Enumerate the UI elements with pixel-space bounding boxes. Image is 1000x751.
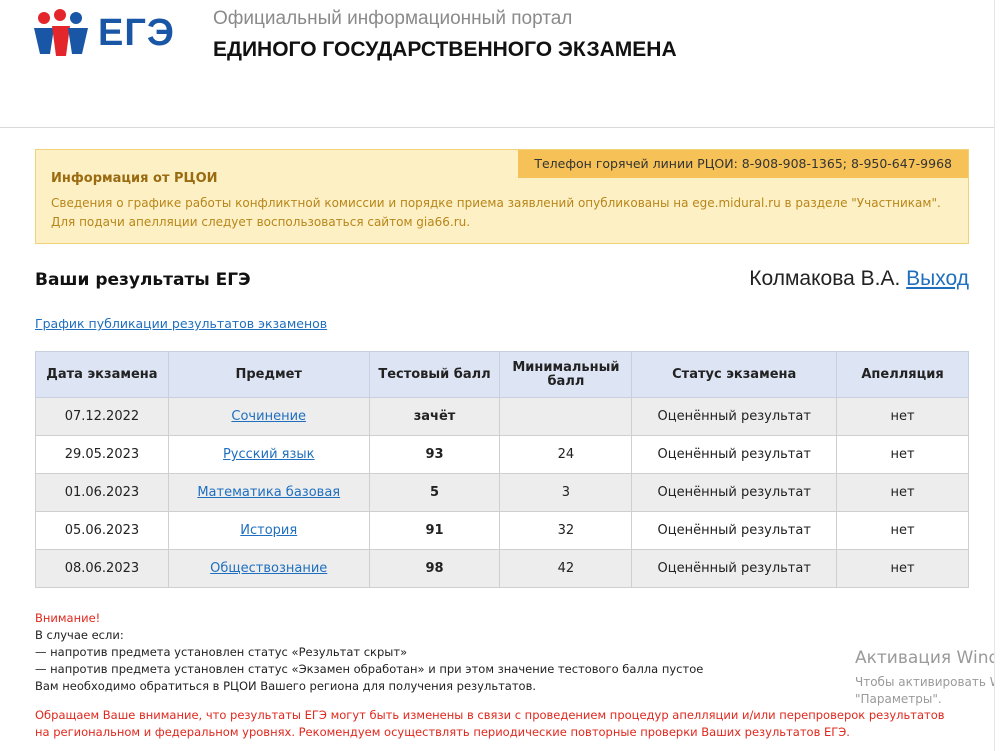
min-score: 3 [499, 473, 633, 512]
appeal-status: нет [836, 397, 969, 436]
warning-line: Обращаем Ваше внимание, что результаты Е… [35, 708, 945, 722]
min-score [499, 397, 633, 436]
results-table: Дата экзамена Предмет Тестовый балл Мини… [35, 351, 969, 588]
col-subject: Предмет [167, 351, 370, 398]
logout-link[interactable]: Выход [906, 267, 969, 290]
portal-title: ЕДИНОГО ГОСУДАРСТВЕННОГО ЭКЗАМЕНА [213, 38, 677, 61]
window-edge [994, 0, 1000, 751]
hotline-banner: Телефон горячей линии РЦОИ: 8-908-908-13… [518, 150, 968, 178]
exam-status: Оценённый результат [631, 397, 838, 436]
min-score: 32 [499, 511, 633, 550]
test-score: 5 [368, 473, 501, 512]
results-change-warning: Обращаем Ваше внимание, что результаты Е… [35, 707, 945, 741]
appeal-status: нет [836, 473, 969, 512]
exam-date: 29.05.2023 [35, 435, 169, 474]
note-line: — напротив предмета установлен статус «Р… [35, 645, 408, 659]
results-heading: Ваши результаты ЕГЭ [35, 270, 251, 290]
schedule-link[interactable]: График публикации результатов экзаменов [35, 316, 327, 331]
subject-link[interactable]: Сочинение [231, 409, 306, 424]
subject-link[interactable]: История [240, 523, 297, 538]
subject-cell: Русский язык [167, 435, 370, 474]
table-row: 01.06.2023 Математика базовая 5 3 Оценён… [35, 473, 969, 512]
col-date: Дата экзамена [35, 351, 169, 398]
user-name: Колмакова В.А. [749, 267, 901, 290]
subject-cell: Математика базовая [167, 473, 370, 512]
test-score: зачёт [368, 397, 501, 436]
attention-notes: Внимание! В случае если: — напротив пред… [35, 610, 703, 695]
info-title: Информация от РЦОИ [51, 171, 218, 186]
windows-activation-watermark: Активация Windows Чтобы активировать Win… [855, 648, 1000, 708]
activation-line: Чтобы активировать Windows, перейдите в … [855, 675, 1000, 689]
table-row: 08.06.2023 Обществознание 98 42 Оценённы… [35, 549, 969, 588]
subject-cell: История [167, 511, 370, 550]
info-text-appeal: Для подачи апелляции следует воспользова… [51, 215, 471, 229]
test-score: 98 [368, 549, 501, 588]
exam-date: 05.06.2023 [35, 511, 169, 550]
exam-status: Оценённый результат [631, 511, 838, 550]
subject-link[interactable]: Математика базовая [197, 485, 340, 500]
test-score: 93 [368, 435, 501, 474]
people-logo-icon [34, 9, 88, 56]
test-score: 91 [368, 511, 501, 550]
table-row: 05.06.2023 История 91 32 Оценённый резул… [35, 511, 969, 550]
warning-line: на региональном и федеральном уровнях. Р… [35, 725, 850, 739]
note-line: В случае если: [35, 628, 124, 642]
min-score: 42 [499, 549, 633, 588]
table-header-row: Дата экзамена Предмет Тестовый балл Мини… [35, 351, 969, 398]
col-min-score: Минимальный балл [499, 351, 633, 398]
exam-status: Оценённый результат [631, 435, 838, 474]
table-row: 29.05.2023 Русский язык 93 24 Оценённый … [35, 435, 969, 474]
col-appeal: Апелляция [836, 351, 969, 398]
min-score: 24 [499, 435, 633, 474]
portal-subtitle: Официальный информационный портал [213, 8, 573, 29]
subject-link[interactable]: Обществознание [210, 561, 327, 576]
subject-cell: Сочинение [167, 397, 370, 436]
appeal-status: нет [836, 549, 969, 588]
logo-text: ЕГЭ [98, 12, 175, 54]
exam-date: 07.12.2022 [35, 397, 169, 436]
appeal-status: нет [836, 435, 969, 474]
table-row: 07.12.2022 Сочинение зачёт Оценённый рез… [35, 397, 969, 436]
activation-line: "Параметры". [855, 692, 942, 706]
col-test-score: Тестовый балл [368, 351, 501, 398]
appeal-status: нет [836, 511, 969, 550]
exam-date: 01.06.2023 [35, 473, 169, 512]
rcoi-info-box: Телефон горячей линии РЦОИ: 8-908-908-13… [35, 149, 969, 244]
info-text-commission: Сведения о графике работы конфликтной ко… [51, 196, 941, 210]
col-status: Статус экзамена [631, 351, 838, 398]
subject-link[interactable]: Русский язык [223, 447, 315, 462]
exam-date: 08.06.2023 [35, 549, 169, 588]
site-header: ЕГЭ Официальный информационный портал ЕД… [0, 0, 1000, 128]
ege-logo[interactable]: ЕГЭ [30, 6, 180, 62]
note-line: — напротив предмета установлен статус «Э… [35, 662, 704, 676]
exam-status: Оценённый результат [631, 473, 838, 512]
note-line: Вам необходимо обратиться в РЦОИ Вашего … [35, 679, 537, 693]
user-block: Колмакова В.А. Выход [749, 267, 969, 291]
attention-label: Внимание! [35, 611, 101, 625]
exam-status: Оценённый результат [631, 549, 838, 588]
subject-cell: Обществознание [167, 549, 370, 588]
activation-title: Активация Windows [855, 648, 1000, 668]
